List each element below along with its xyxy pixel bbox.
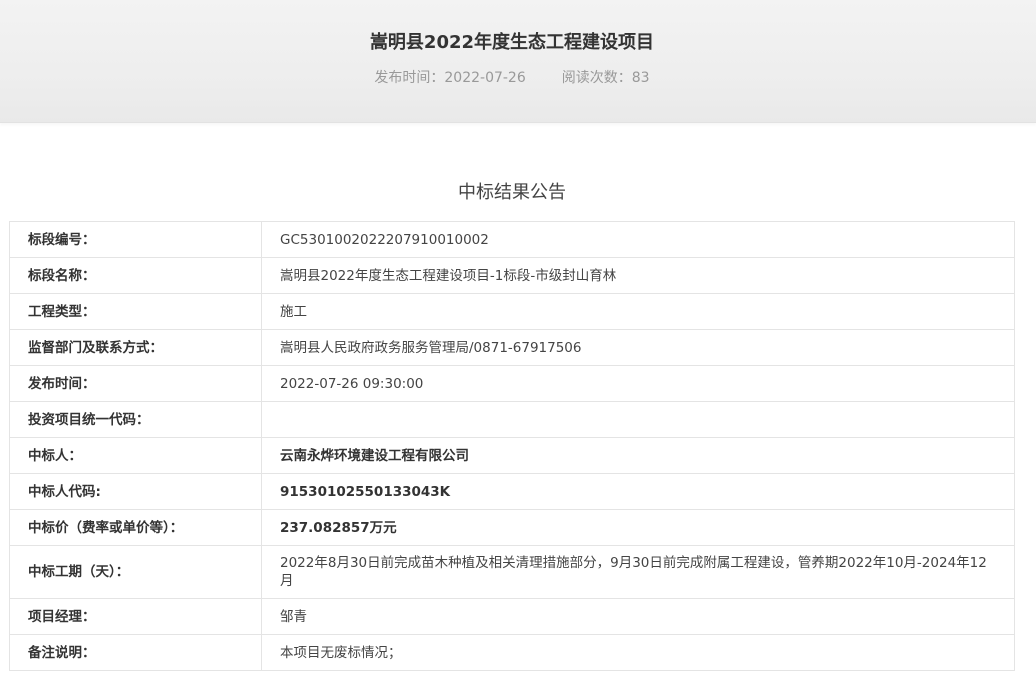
row-label-winning-price: 中标价（费率或单价等）： (9, 509, 262, 546)
table-row: 中标工期（天）： 2022年8月30日前完成苗木种植及相关清理措施部分，9月30… (9, 545, 1015, 599)
row-value-section-number: GC5301002022207910010002 (261, 221, 1015, 258)
row-value-project-type: 施工 (261, 293, 1015, 330)
row-label-construction-period: 中标工期（天）： (9, 545, 262, 599)
table-row: 发布时间： 2022-07-26 09:30:00 (9, 365, 1015, 402)
page-header: 嵩明县2022年度生态工程建设项目 发布时间：2022-07-26 阅读次数：83 (0, 0, 1036, 123)
row-label-remarks: 备注说明： (9, 634, 262, 671)
row-value-winner: 云南永烨环境建设工程有限公司 (261, 437, 1015, 474)
row-label-project-type: 工程类型： (9, 293, 262, 330)
article-meta: 发布时间：2022-07-26 阅读次数：83 (0, 67, 1024, 87)
table-row: 标段名称： 嵩明县2022年度生态工程建设项目-1标段-市级封山育林 (9, 257, 1015, 294)
page-title: 嵩明县2022年度生态工程建设项目 (369, 32, 655, 53)
row-value-remarks: 本项目无废标情况； (261, 634, 1015, 671)
row-value-investment-code (261, 401, 1015, 438)
award-result-table: 标段编号： GC5301002022207910010002 标段名称： 嵩明县… (9, 221, 1015, 671)
read-count: 阅读次数：83 (561, 70, 650, 86)
row-label-publish-time: 发布时间： (9, 365, 262, 402)
table-row: 工程类型： 施工 (9, 293, 1015, 330)
row-label-project-manager: 项目经理： (9, 598, 262, 635)
table-row: 中标人代码: 91530102550133043K (9, 473, 1015, 510)
row-label-investment-code: 投资项目统一代码： (9, 401, 262, 438)
row-value-winner-code: 91530102550133043K (261, 473, 1015, 510)
row-label-section-number: 标段编号： (9, 221, 262, 258)
table-row: 监督部门及联系方式： 嵩明县人民政府政务服务管理局/0871-67917506 (9, 329, 1015, 366)
row-value-supervisor: 嵩明县人民政府政务服务管理局/0871-67917506 (261, 329, 1015, 366)
row-value-project-manager: 邹青 (261, 598, 1015, 635)
table-row: 投资项目统一代码： (9, 401, 1015, 438)
table-row: 中标价（费率或单价等）： 237.082857万元 (9, 509, 1015, 546)
row-value-construction-period: 2022年8月30日前完成苗木种植及相关清理措施部分，9月30日前完成附属工程建… (261, 545, 1015, 599)
table-row: 备注说明： 本项目无废标情况； (9, 634, 1015, 671)
row-label-supervisor: 监督部门及联系方式： (9, 329, 262, 366)
row-value-section-name: 嵩明县2022年度生态工程建设项目-1标段-市级封山育林 (261, 257, 1015, 294)
table-row: 中标人： 云南永烨环境建设工程有限公司 (9, 437, 1015, 474)
publish-time: 发布时间：2022-07-26 (374, 70, 526, 86)
row-value-publish-time: 2022-07-26 09:30:00 (261, 365, 1015, 402)
table-row: 项目经理： 邹青 (9, 598, 1015, 635)
table-row: 标段编号： GC5301002022207910010002 (9, 221, 1015, 258)
notice-title: 中标结果公告 (458, 182, 566, 203)
row-label-winner-code: 中标人代码: (9, 473, 262, 510)
row-label-section-name: 标段名称： (9, 257, 262, 294)
row-label-winner: 中标人： (9, 437, 262, 474)
row-value-winning-price: 237.082857万元 (261, 509, 1015, 546)
